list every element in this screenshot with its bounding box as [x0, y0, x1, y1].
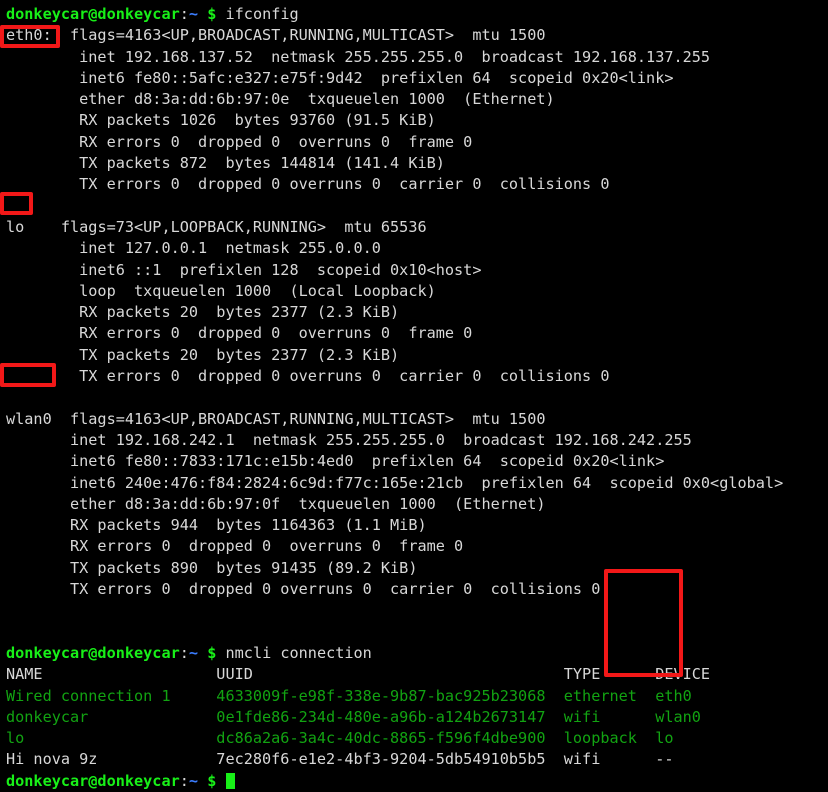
iface-eth0-flags: flags=4163<UP,BROADCAST,RUNNING,MULTICAS… [51, 26, 546, 45]
iface-wlan0-inet6-link: inet6 fe80::7833:171c:e15b:4ed0 prefixle… [6, 452, 665, 471]
iface-wlan0-inet: inet 192.168.242.1 netmask 255.255.255.0… [6, 430, 692, 449]
prompt-colon: : [179, 5, 189, 23]
prompt-sigil-2: $ [207, 643, 217, 662]
iface-eth0-name: eth0: [6, 26, 52, 45]
iface-eth0-inet6: inet6 fe80::5afc:e327:e75f:9d42 prefixle… [6, 68, 674, 87]
iface-eth0-ether: ether d8:3a:dd:6b:97:0e txqueuelen 1000 … [6, 90, 555, 109]
iface-eth0-rx-errors: RX errors 0 dropped 0 overruns 0 frame 0 [6, 132, 473, 151]
iface-lo-inet6: inet6 ::1 prefixlen 128 scopeid 0x10<hos… [6, 260, 482, 279]
iface-wlan0-inet6-global: inet6 240e:476:f84:2824:6c9d:f77c:165e:2… [6, 473, 784, 492]
iface-eth0-tx-packets: TX packets 872 bytes 144814 (141.4 KiB) [6, 154, 445, 173]
iface-wlan0-header: wlan0 flags=4163<UP,BROADCAST,RUNNING,MU… [6, 409, 826, 430]
iface-wlan0-ether: ether d8:3a:dd:6b:97:0f txqueuelen 1000 … [6, 494, 546, 513]
command-ifconfig: ifconfig [225, 5, 299, 23]
iface-lo-inet: inet 127.0.0.1 netmask 255.0.0.0 [6, 239, 381, 258]
table-row: donkeycar 0e1fde86-234d-480e-a96b-a124b2… [6, 707, 701, 726]
terminal-window[interactable]: donkeycar@donkeycar:~ $ ifconfig eth0: f… [0, 0, 828, 790]
prompt-user-host: donkeycar@donkeycar [6, 5, 180, 23]
prompt-colon-2: : [179, 643, 189, 662]
iface-lo-rx-errors: RX errors 0 dropped 0 overruns 0 frame 0 [6, 324, 473, 343]
prompt-line-1: donkeycar@donkeycar:~ $ ifconfig [6, 4, 826, 25]
iface-lo-tx-packets: TX packets 20 bytes 2377 (2.3 KiB) [6, 345, 400, 364]
iface-lo-header: lo flags=73<UP,LOOPBACK,RUNNING> mtu 655… [6, 217, 826, 238]
terminal-screen[interactable]: donkeycar@donkeycar:~ $ ifconfig eth0: f… [6, 4, 826, 792]
table-row: lo dc86a2a6-3a4c-40dc-8865-f596f4dbe900 … [6, 729, 674, 748]
prompt-path-3: ~ [188, 771, 199, 790]
text-cursor[interactable] [225, 772, 235, 789]
iface-lo-rx-packets: RX packets 20 bytes 2377 (2.3 KiB) [6, 303, 400, 322]
prompt-sigil: $ [207, 5, 217, 23]
iface-eth0-tx-errors: TX errors 0 dropped 0 overruns 0 carrier… [6, 175, 610, 194]
prompt-user-host-3: donkeycar@donkeycar [6, 771, 180, 790]
iface-wlan0-tx-errors: TX errors 0 dropped 0 overruns 0 carrier… [6, 580, 601, 599]
prompt-path-2: ~ [188, 643, 199, 662]
nmcli-table-header: NAME UUID TYPE DEVICE [6, 665, 711, 684]
prompt-colon-3: : [179, 771, 189, 790]
iface-eth0-header: eth0: flags=4163<UP,BROADCAST,RUNNING,MU… [6, 25, 826, 46]
command-nmcli: nmcli connection [225, 643, 372, 662]
iface-wlan0-flags: flags=4163<UP,BROADCAST,RUNNING,MULTICAS… [51, 409, 546, 428]
table-row: Wired connection 1 4633009f-e98f-338e-9b… [6, 686, 692, 705]
iface-wlan0-tx-packets: TX packets 890 bytes 91435 (89.2 KiB) [6, 558, 418, 577]
iface-wlan0-name: wlan0 [6, 409, 52, 428]
iface-eth0-rx-packets: RX packets 1026 bytes 93760 (91.5 KiB) [6, 111, 436, 130]
table-row: Hi nova 9z 7ec280f6-e1e2-4bf3-9204-5db54… [6, 750, 674, 769]
prompt-path: ~ [188, 5, 199, 23]
prompt-user-host-2: donkeycar@donkeycar [6, 643, 180, 662]
prompt-line-2: donkeycar@donkeycar:~ $ nmcli connection [6, 643, 826, 664]
iface-eth0-inet: inet 192.168.137.52 netmask 255.255.255.… [6, 47, 711, 66]
prompt-sigil-3: $ [207, 771, 217, 790]
iface-wlan0-rx-packets: RX packets 944 bytes 1164363 (1.1 MiB) [6, 516, 427, 535]
iface-lo-loop: loop txqueuelen 1000 (Local Loopback) [6, 281, 436, 300]
iface-lo-flags: flags=73<UP,LOOPBACK,RUNNING> mtu 65536 [24, 217, 427, 236]
iface-lo-tx-errors: TX errors 0 dropped 0 overruns 0 carrier… [6, 367, 610, 386]
iface-wlan0-rx-errors: RX errors 0 dropped 0 overruns 0 frame 0 [6, 537, 464, 556]
iface-lo-name: lo [6, 217, 25, 236]
prompt-line-3[interactable]: donkeycar@donkeycar:~ $ [6, 771, 826, 792]
